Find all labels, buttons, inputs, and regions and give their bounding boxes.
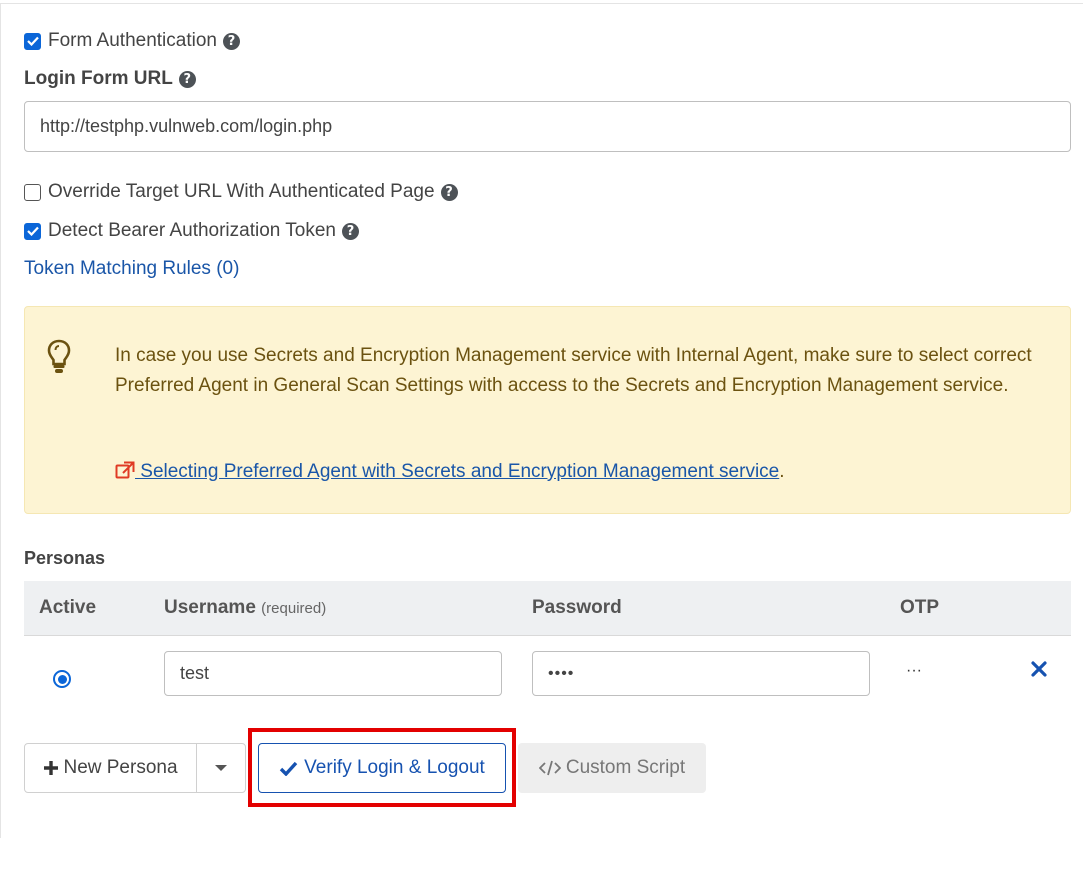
header-active: Active	[39, 597, 97, 618]
form-auth-checkbox[interactable]	[24, 32, 41, 50]
login-url-label-row: Login Form URL ?	[24, 68, 196, 90]
override-target-checkbox[interactable]	[24, 183, 41, 201]
username-input[interactable]: test	[164, 651, 502, 696]
new-persona-label: New Persona	[63, 757, 178, 778]
header-password: Password	[532, 597, 622, 618]
check-icon	[279, 761, 298, 776]
custom-script-button[interactable]: Custom Script	[518, 743, 706, 793]
info-alert: In case you use Secrets and Encryption M…	[24, 306, 1071, 514]
password-value: ••••	[548, 664, 575, 682]
new-persona-button[interactable]: New Persona	[24, 743, 197, 793]
verify-login-logout-button[interactable]: Verify Login & Logout	[258, 743, 506, 793]
left-divider	[0, 3, 1, 838]
alert-link-suffix: .	[779, 461, 785, 482]
preferred-agent-link-text: Selecting Preferred Agent with Secrets a…	[135, 461, 780, 482]
override-target-row: Override Target URL With Authenticated P…	[24, 181, 458, 203]
lightbulb-icon	[47, 339, 71, 373]
personas-title: Personas	[24, 548, 106, 568]
token-rules-row: Token Matching Rules (0)	[24, 258, 239, 280]
login-url-value: http://testphp.vulnweb.com/login.php	[40, 116, 333, 136]
header-username-text: Username	[164, 597, 256, 618]
new-persona-dropdown-toggle[interactable]	[196, 743, 246, 793]
detect-bearer-row: Detect Bearer Authorization Token ?	[24, 220, 359, 242]
username-value: test	[180, 663, 210, 683]
alert-text: In case you use Secrets and Encryption M…	[115, 345, 1032, 396]
login-url-label: Login Form URL	[24, 68, 173, 89]
help-icon[interactable]: ?	[222, 32, 240, 50]
login-url-input[interactable]: http://testphp.vulnweb.com/login.php	[24, 101, 1071, 152]
token-matching-rules-link[interactable]: Token Matching Rules (0)	[24, 258, 239, 280]
otp-menu-button[interactable]: ···	[906, 662, 922, 680]
help-icon[interactable]: ?	[178, 70, 196, 88]
form-auth-label: Form Authentication	[48, 30, 217, 51]
verify-login-logout-label: Verify Login & Logout	[304, 757, 485, 778]
header-username-note: (required)	[261, 600, 327, 617]
active-radio[interactable]	[53, 670, 71, 688]
header-otp: OTP	[900, 597, 940, 618]
alert-link-row: Selecting Preferred Agent with Secrets a…	[115, 461, 785, 483]
delete-icon[interactable]	[1031, 661, 1047, 677]
top-divider	[0, 0, 1083, 4]
preferred-agent-link[interactable]: Selecting Preferred Agent with Secrets a…	[115, 461, 779, 482]
personas-table-header: Active Username (required) Password OTP	[24, 581, 1071, 636]
override-target-label: Override Target URL With Authenticated P…	[48, 181, 435, 202]
detect-bearer-label: Detect Bearer Authorization Token	[48, 220, 336, 241]
detect-bearer-checkbox[interactable]	[24, 222, 41, 240]
code-icon	[538, 760, 561, 776]
help-icon[interactable]: ?	[440, 183, 458, 201]
plus-icon	[44, 761, 59, 775]
password-input[interactable]: ••••	[532, 651, 870, 696]
external-link-icon	[115, 461, 135, 479]
help-icon[interactable]: ?	[342, 222, 359, 240]
header-username: Username (required)	[164, 597, 326, 619]
custom-script-label: Custom Script	[565, 757, 686, 778]
form-auth-row: Form Authentication ?	[24, 30, 240, 52]
caret-down-icon	[215, 765, 227, 771]
personas-title-row: Personas	[24, 548, 105, 569]
